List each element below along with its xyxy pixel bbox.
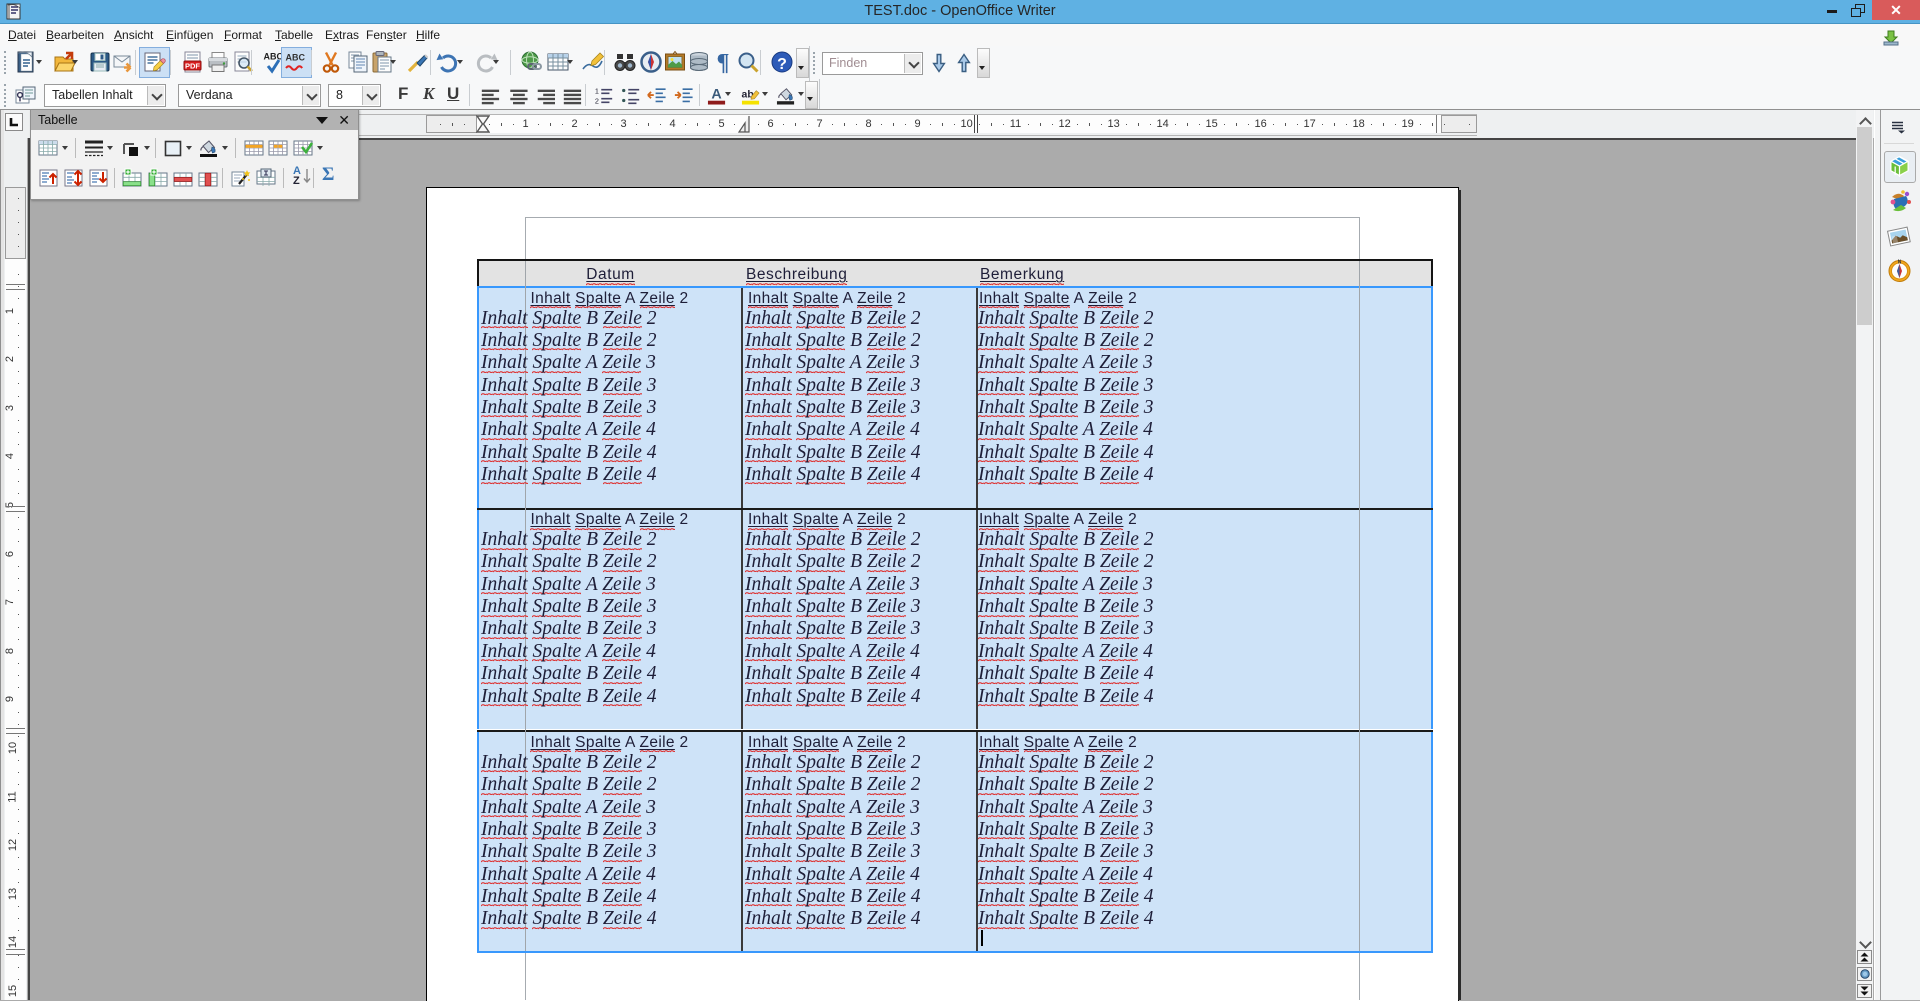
svg-text:1: 1 — [595, 86, 599, 95]
svg-text:¶: ¶ — [717, 50, 730, 74]
svg-text:2: 2 — [595, 96, 599, 105]
svg-text:?: ? — [777, 56, 787, 73]
svg-text:N: N — [1898, 260, 1902, 266]
svg-text:ABC: ABC — [286, 53, 306, 63]
svg-text:PDF: PDF — [185, 61, 200, 70]
svg-text:A: A — [711, 86, 721, 102]
